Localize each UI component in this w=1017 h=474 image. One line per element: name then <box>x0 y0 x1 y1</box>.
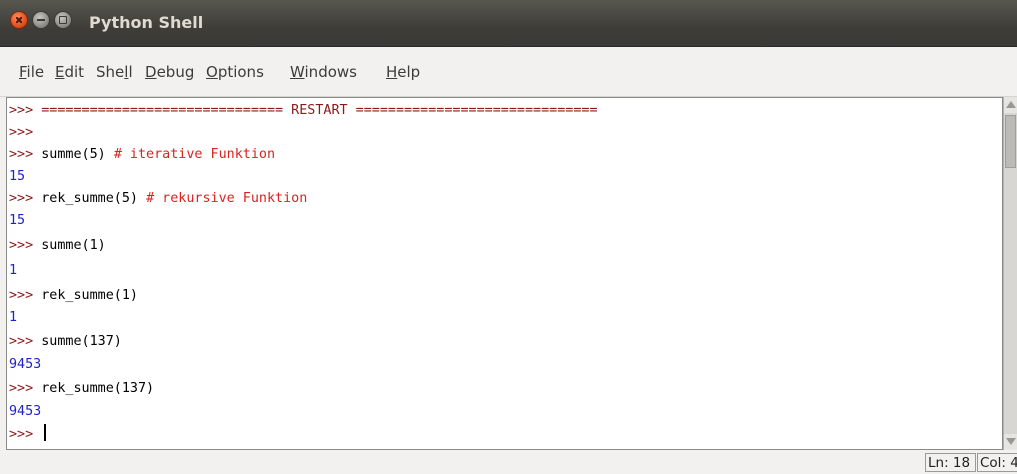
output: 1 <box>9 310 18 325</box>
output: 15 <box>9 169 26 184</box>
shell-line: 1 <box>9 260 17 282</box>
shell-line: 9453 <box>9 354 41 376</box>
scroll-thumb[interactable] <box>1005 115 1016 168</box>
menu-debug[interactable]: Debug <box>145 61 194 83</box>
menu-mnemonic: W <box>290 63 305 81</box>
shell-line: >>> <box>9 424 47 446</box>
vertical-scrollbar[interactable] <box>1003 97 1017 450</box>
menu-label-rest: ebug <box>156 63 195 81</box>
menu-label-rest: ile <box>26 63 45 81</box>
shell-text-area[interactable]: >>> ============================== RESTA… <box>6 97 1003 450</box>
output: 15 <box>9 213 26 228</box>
status-line-number: Ln: 18 <box>925 453 976 472</box>
menu-file[interactable]: File <box>19 61 44 83</box>
menu-mnemonic: O <box>206 63 218 81</box>
shell-line: >>> rek_summe(5) # rekursive Funktion <box>9 188 307 210</box>
code: rek_summe(5) <box>41 191 147 206</box>
window-title: Python Shell <box>89 13 204 32</box>
prompt: >>> <box>9 381 42 396</box>
shell-line: >>> ============================== RESTA… <box>9 100 598 122</box>
shell-line: >>> summe(5) # iterative Funktion <box>9 144 275 166</box>
prompt: >>> <box>9 334 42 349</box>
scroll-up-icon[interactable] <box>1004 97 1017 113</box>
code: rek_summe(1) <box>41 288 138 303</box>
shell-line: >>> rek_summe(1) <box>9 285 138 307</box>
prompt: >>> <box>9 427 42 442</box>
status-bar: Ln: 18 Col: 4 <box>0 450 1017 474</box>
output: 9453 <box>9 357 42 372</box>
menu-bar: File Edit Shell Debug Options Windows He… <box>0 47 1017 97</box>
menu-options[interactable]: Options <box>206 61 264 83</box>
code: summe(137) <box>41 334 122 349</box>
menu-shell[interactable]: Shell <box>96 61 133 83</box>
menu-label-rest: ptions <box>217 63 264 81</box>
comment: # iterative Funktion <box>113 147 276 162</box>
shell-line: >>> rek_summe(137) <box>9 378 154 400</box>
menu-label-rest: dit <box>64 63 85 81</box>
shell-line: 9453 <box>9 401 41 423</box>
output: 1 <box>9 263 18 278</box>
shell-line: >>> summe(137) <box>9 331 122 353</box>
text-cursor <box>44 424 47 441</box>
shell-line: >>> summe(1) <box>9 235 106 257</box>
code: summe(1) <box>41 238 106 253</box>
menu-windows[interactable]: Windows <box>290 61 357 83</box>
menu-edit[interactable]: Edit <box>55 61 84 83</box>
comment: # rekursive Funktion <box>146 191 308 206</box>
scroll-down-icon[interactable] <box>1004 434 1017 450</box>
prompt: >>> <box>9 103 42 118</box>
restart-banner: ============================== RESTART =… <box>41 103 598 118</box>
shell-line: 15 <box>9 210 25 232</box>
shell-line: 15 <box>9 166 25 188</box>
output: 9453 <box>9 404 42 419</box>
prompt: >>> <box>9 238 42 253</box>
code: summe(5) <box>41 147 114 162</box>
menu-label-rest: indows <box>304 63 357 81</box>
menu-label-pre: She <box>96 63 125 81</box>
prompt: >>> <box>9 147 42 162</box>
prompt: >>> <box>9 191 42 206</box>
maximize-icon[interactable] <box>54 11 72 29</box>
menu-label-rest: l <box>128 63 133 81</box>
prompt: >>> <box>9 125 42 140</box>
status-column-number: Col: 4 <box>977 453 1017 472</box>
title-bar: Python Shell <box>0 0 1017 47</box>
code: rek_summe(137) <box>41 381 155 396</box>
menu-mnemonic: D <box>145 63 157 81</box>
menu-help[interactable]: Help <box>386 61 420 83</box>
menu-mnemonic: F <box>19 63 27 81</box>
shell-line: 1 <box>9 307 17 329</box>
prompt: >>> <box>9 288 42 303</box>
shell-line: >>> <box>9 122 41 144</box>
minimize-icon[interactable] <box>32 11 50 29</box>
menu-label-rest: elp <box>397 63 421 81</box>
menu-mnemonic: H <box>386 63 398 81</box>
close-icon[interactable] <box>10 11 28 29</box>
